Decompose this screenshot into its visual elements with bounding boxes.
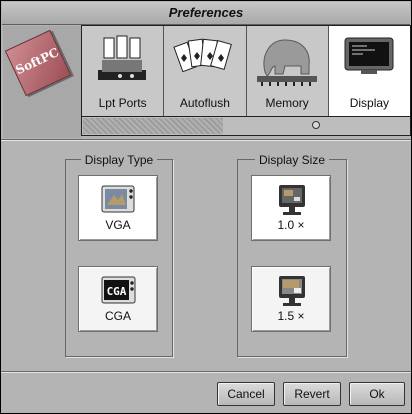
logo-area: SoftPC xyxy=(3,26,81,138)
divider xyxy=(1,139,411,141)
tab-label: Display xyxy=(349,96,390,110)
tab-label: Autoflush xyxy=(179,96,230,110)
tab-autoflush[interactable]: Autoflush xyxy=(164,26,247,116)
revert-button[interactable]: Revert xyxy=(283,382,341,406)
cards-icon xyxy=(173,38,233,73)
elephant-icon xyxy=(256,39,317,86)
size-1x-option[interactable]: 1.0 × xyxy=(251,175,331,241)
tab-label: Memory xyxy=(265,96,309,110)
softpc-logo: SoftPC xyxy=(4,29,72,97)
cga-option[interactable]: CGA CGA xyxy=(78,266,158,332)
cga-icon-text: CGA xyxy=(107,285,127,298)
preferences-window: Preferences SoftPC Lpt Ports Autoflush M… xyxy=(0,0,412,414)
size-1-5x-label: 1.5 × xyxy=(277,309,305,323)
scrollbar-thumb[interactable] xyxy=(83,118,223,134)
vga-icon xyxy=(101,185,135,213)
preferences-tabs: Lpt Ports Autoflush Memory Display xyxy=(81,25,411,117)
tab-memory[interactable]: Memory xyxy=(246,26,329,116)
cancel-button[interactable]: Cancel xyxy=(217,382,275,406)
vga-label: VGA xyxy=(105,218,131,232)
cga-icon: CGA xyxy=(101,276,136,304)
logo-text: SoftPC xyxy=(13,45,61,78)
tab-scrollbar[interactable] xyxy=(81,116,411,136)
display-size-title: Display Size xyxy=(254,153,330,167)
ok-button[interactable]: Ok xyxy=(349,382,405,406)
tab-label: Lpt Ports xyxy=(98,96,147,110)
monitor-large-icon xyxy=(279,276,305,306)
display-type-title: Display Type xyxy=(80,153,158,167)
size-1-5x-option[interactable]: 1.5 × xyxy=(251,266,331,332)
divider xyxy=(1,371,411,373)
printer-icon xyxy=(98,35,146,80)
tab-lpt-ports[interactable]: Lpt Ports xyxy=(82,26,165,116)
monitor-icon xyxy=(344,37,394,74)
scroll-indicator-icon xyxy=(312,121,320,129)
size-1x-label: 1.0 × xyxy=(277,218,305,232)
title-bar: Preferences xyxy=(2,2,410,25)
display-type-group: Display Type VGA CGA CGA xyxy=(65,153,173,357)
tab-display[interactable]: Display xyxy=(328,26,410,116)
monitor-small-icon xyxy=(279,185,305,215)
cga-label: CGA xyxy=(104,309,131,323)
display-size-group: Display Size 1.0 × 1.5 × xyxy=(237,153,347,357)
vga-option[interactable]: VGA xyxy=(78,175,158,241)
